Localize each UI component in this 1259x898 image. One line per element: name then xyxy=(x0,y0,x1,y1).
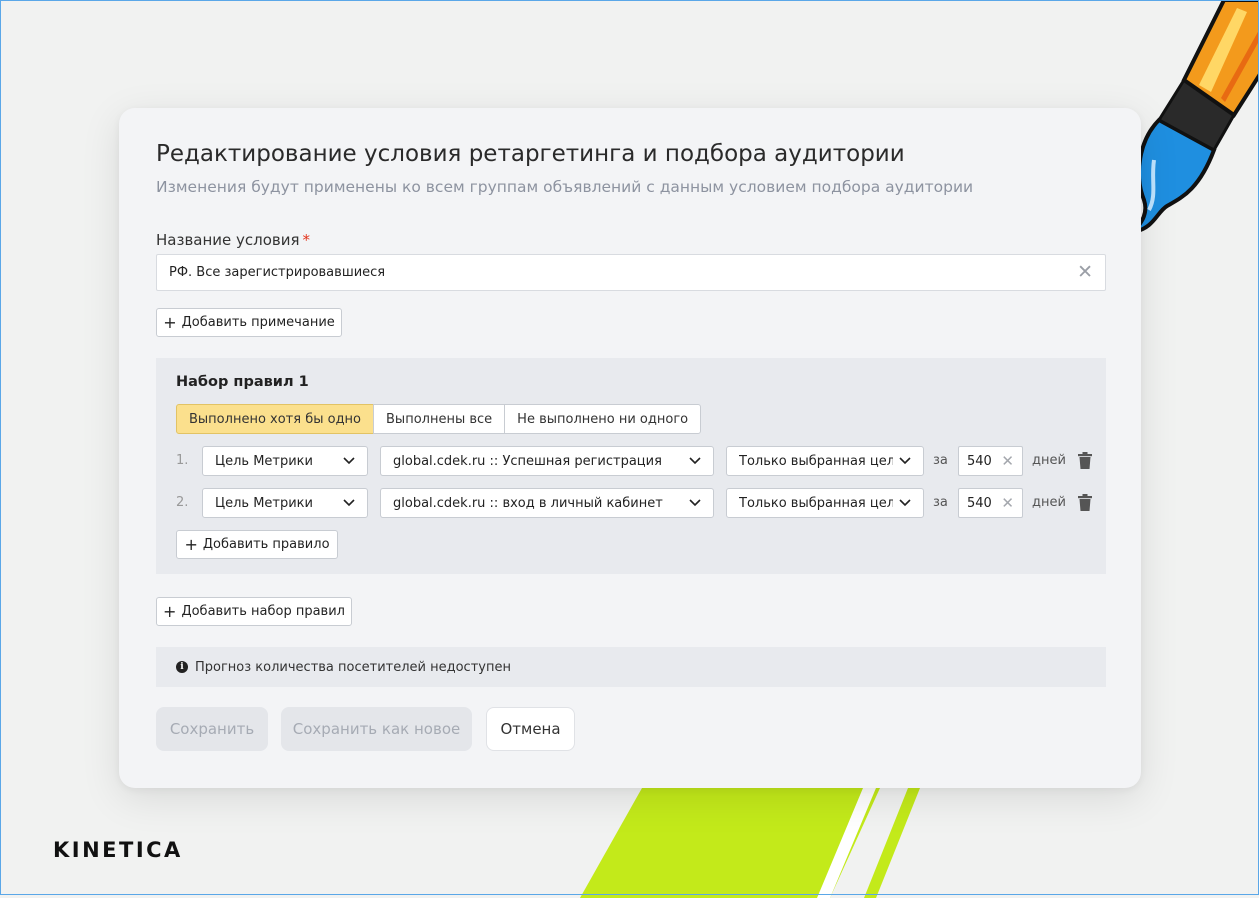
ruleset-mode-switch: Выполнено хотя бы одно Выполнены все Не … xyxy=(176,404,702,434)
mode-option-any[interactable]: Выполнено хотя бы одно xyxy=(176,404,375,434)
days-value: 540 xyxy=(967,495,992,511)
kinetica-logo: KINETICA xyxy=(53,838,183,862)
plus-icon: + xyxy=(184,534,198,554)
condition-name-value[interactable]: РФ. Все зарегистрировавшиеся xyxy=(169,265,1077,280)
days-input[interactable]: 540 ✕ xyxy=(958,446,1023,476)
add-rule-button[interactable]: + Добавить правило xyxy=(176,530,338,559)
chevron-down-icon xyxy=(899,499,911,507)
add-rule-label: Добавить правило xyxy=(202,537,330,552)
add-note-button[interactable]: + Добавить примечание xyxy=(156,308,342,337)
forecast-notice: i Прогноз количества посетителей недосту… xyxy=(156,647,1106,687)
rule-scope-select[interactable]: Только выбранная цель xyxy=(726,446,924,476)
rule-type-value: Цель Метрики xyxy=(215,495,313,511)
add-ruleset-label: Добавить набор правил xyxy=(181,604,345,619)
rule-scope-value: Только выбранная цель xyxy=(739,495,893,511)
rule-type-value: Цель Метрики xyxy=(215,453,313,469)
chevron-down-icon xyxy=(689,457,701,465)
add-note-label: Добавить примечание xyxy=(181,315,335,330)
marker-pen-decoration xyxy=(1129,0,1259,235)
clear-icon[interactable]: ✕ xyxy=(1001,495,1014,511)
ruleset-title: Набор правил 1 xyxy=(176,374,309,390)
cancel-button[interactable]: Отмена xyxy=(486,707,575,751)
rule-type-select[interactable]: Цель Метрики xyxy=(202,488,368,518)
chevron-down-icon xyxy=(343,499,355,507)
condition-name-label-text: Название условия xyxy=(156,231,300,249)
rule-scope-select[interactable]: Только выбранная цель xyxy=(726,488,924,518)
chevron-down-icon xyxy=(343,457,355,465)
dialog-subtitle: Изменения будут применены ко всем группа… xyxy=(156,178,974,196)
days-unit: дней xyxy=(1032,453,1066,468)
rule-goal-select[interactable]: global.cdek.ru :: Успешная регистрация xyxy=(380,446,714,476)
ruleset-panel: Набор правил 1 Выполнено хотя бы одно Вы… xyxy=(156,358,1106,574)
rule-goal-value: global.cdek.ru :: вход в личный кабинет xyxy=(393,495,663,511)
chevron-down-icon xyxy=(689,499,701,507)
rule-goal-value: global.cdek.ru :: Успешная регистрация xyxy=(393,453,662,469)
rule-row: 2. Цель Метрики global.cdek.ru :: вход в… xyxy=(176,488,1096,518)
clear-icon[interactable]: ✕ xyxy=(1001,453,1014,469)
trash-icon[interactable] xyxy=(1078,494,1092,511)
condition-name-label: Название условия * xyxy=(156,231,310,249)
forecast-text: Прогноз количества посетителей недоступе… xyxy=(195,659,511,675)
days-value: 540 xyxy=(967,453,992,469)
green-stripe-decoration xyxy=(580,788,920,898)
chevron-down-icon xyxy=(899,457,911,465)
days-unit: дней xyxy=(1032,495,1066,510)
mode-option-all[interactable]: Выполнены все xyxy=(373,404,506,434)
trash-icon[interactable] xyxy=(1078,452,1092,469)
clear-icon[interactable]: ✕ xyxy=(1077,263,1093,282)
rule-scope-value: Только выбранная цель xyxy=(739,453,893,469)
retargeting-dialog: Редактирование условия ретаргетинга и по… xyxy=(119,108,1141,788)
info-icon: i xyxy=(176,661,188,673)
rule-number: 1. xyxy=(176,453,189,468)
save-as-new-button[interactable]: Сохранить как новое xyxy=(281,707,472,751)
rule-type-select[interactable]: Цель Метрики xyxy=(202,446,368,476)
dialog-title: Редактирование условия ретаргетинга и по… xyxy=(156,141,905,167)
plus-icon: + xyxy=(163,312,177,332)
save-button[interactable]: Сохранить xyxy=(156,707,268,751)
condition-name-input[interactable]: РФ. Все зарегистрировавшиеся ✕ xyxy=(156,254,1106,291)
period-prefix: за xyxy=(933,495,948,510)
plus-icon: + xyxy=(163,601,177,621)
required-mark: * xyxy=(302,231,311,249)
add-ruleset-button[interactable]: + Добавить набор правил xyxy=(156,597,352,626)
rule-row: 1. Цель Метрики global.cdek.ru :: Успешн… xyxy=(176,446,1096,476)
rule-number: 2. xyxy=(176,495,189,510)
mode-option-none[interactable]: Не выполнено ни одного xyxy=(504,404,702,434)
rule-goal-select[interactable]: global.cdek.ru :: вход в личный кабинет xyxy=(380,488,714,518)
days-input[interactable]: 540 ✕ xyxy=(958,488,1023,518)
period-prefix: за xyxy=(933,453,948,468)
